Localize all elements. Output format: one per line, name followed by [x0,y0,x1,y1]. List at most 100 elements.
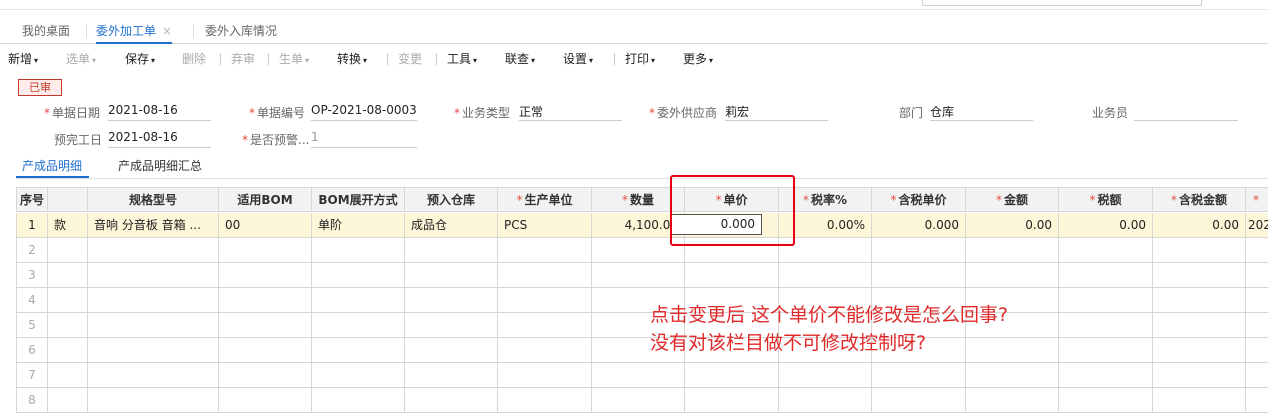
table-cell[interactable] [219,388,312,413]
table-cell[interactable] [1246,338,1268,363]
table-cell[interactable] [88,338,219,363]
table-cell[interactable] [405,313,498,338]
table-cell[interactable] [48,238,88,263]
table-cell[interactable] [685,388,779,413]
table-cell[interactable] [312,263,405,288]
table-cell[interactable] [405,238,498,263]
table-cell[interactable] [685,263,779,288]
finish-date-field[interactable]: 2021-08-16 [108,130,211,148]
table-cell[interactable] [48,263,88,288]
query-button[interactable]: 联查 ▾ [505,50,535,67]
table-cell[interactable] [88,363,219,388]
print-button[interactable]: 打印 ▾ [625,50,655,67]
table-cell[interactable] [498,338,592,363]
table-cell[interactable] [1246,313,1268,338]
table-cell[interactable] [88,388,219,413]
cell-unit[interactable]: PCS [498,213,592,238]
table-cell[interactable] [1059,338,1153,363]
table-cell[interactable] [498,263,592,288]
table-cell[interactable] [498,313,592,338]
table-cell[interactable] [1059,313,1153,338]
table-cell[interactable] [1153,238,1246,263]
table-cell[interactable] [966,388,1059,413]
table-cell[interactable] [498,288,592,313]
table-cell[interactable] [219,313,312,338]
table-cell[interactable] [219,263,312,288]
col-header-tax-price[interactable]: * 含税单价 [872,187,966,212]
table-cell[interactable] [48,388,88,413]
tab-outsource-order[interactable]: 委外加工单 × [96,18,173,44]
cell-name[interactable]: 款 [48,213,88,238]
table-cell[interactable] [48,338,88,363]
table-cell[interactable] [405,388,498,413]
cell-tax-price[interactable]: 0.000 [872,213,966,238]
more-button[interactable]: 更多 ▾ [683,50,713,67]
table-cell[interactable] [1246,388,1268,413]
table-cell[interactable] [312,388,405,413]
col-header-tax-amount[interactable]: * 含税金额 [1153,187,1246,212]
cell-spec[interactable]: 音响 分音板 音箱 ... [88,213,219,238]
table-cell[interactable] [1153,338,1246,363]
tools-button[interactable]: 工具 ▾ [447,50,477,67]
table-cell[interactable] [1059,238,1153,263]
table-cell[interactable] [88,238,219,263]
table-cell[interactable] [1059,263,1153,288]
col-header-expand[interactable]: BOM展开方式 [312,187,405,212]
col-header-name[interactable] [48,187,88,212]
table-cell[interactable] [966,238,1059,263]
table-cell[interactable] [312,288,405,313]
table-cell[interactable] [312,338,405,363]
table-cell[interactable] [872,263,966,288]
table-cell[interactable] [1153,263,1246,288]
change-button[interactable]: 变更 [398,50,422,67]
table-cell[interactable] [219,338,312,363]
table-cell[interactable] [48,363,88,388]
table-cell[interactable] [88,263,219,288]
col-header-spec[interactable]: 规格型号 [88,187,219,212]
table-cell[interactable] [872,363,966,388]
table-cell[interactable] [312,313,405,338]
col-header-tax[interactable]: * 税额 [1059,187,1153,212]
new-button[interactable]: 新增 ▾ [8,50,38,67]
table-cell[interactable] [405,288,498,313]
table-cell[interactable] [779,363,872,388]
prewarn-field[interactable]: 1 [311,130,417,148]
generate-button[interactable]: 生单 ▾ [279,50,309,67]
convert-button[interactable]: 转换 ▾ [337,50,367,67]
table-cell[interactable] [779,388,872,413]
supplier-field[interactable]: 莉宏 [725,103,828,121]
table-cell[interactable] [1246,238,1268,263]
table-cell[interactable] [405,338,498,363]
table-cell[interactable] [88,288,219,313]
biztype-field[interactable]: 正常 [519,103,622,121]
cell-tax[interactable]: 0.00 [1059,213,1153,238]
table-cell[interactable] [498,363,592,388]
table-cell[interactable] [1246,288,1268,313]
tab-product-summary[interactable]: 产成品明细汇总 [118,157,202,174]
table-cell[interactable] [1153,363,1246,388]
table-cell[interactable] [498,388,592,413]
table-cell[interactable] [405,363,498,388]
col-header-bom[interactable]: 适用BOM [219,187,312,212]
save-button[interactable]: 保存 ▾ [125,50,155,67]
cell-expand[interactable]: 单阶 [312,213,405,238]
table-cell[interactable] [1246,363,1268,388]
cell-bom[interactable]: 00 [219,213,312,238]
table-cell[interactable] [1153,288,1246,313]
table-cell[interactable] [1059,388,1153,413]
table-cell[interactable] [966,263,1059,288]
cell-extra[interactable]: 202 [1246,213,1268,238]
cell-tax-amount[interactable]: 0.00 [1153,213,1246,238]
select-button[interactable]: 选单 ▾ [66,50,96,67]
tab-outsource-inbound[interactable]: 委外入库情况 [205,18,277,44]
delete-button[interactable]: 删除 [182,50,206,67]
table-cell[interactable] [219,363,312,388]
col-header-warehouse[interactable]: 预入仓库 [405,187,498,212]
cell-warehouse[interactable]: 成品仓 [405,213,498,238]
code-field[interactable]: OP-2021-08-0003 [311,103,417,121]
table-cell[interactable] [1246,263,1268,288]
date-field[interactable]: 2021-08-16 [108,103,211,121]
table-cell[interactable] [1153,388,1246,413]
table-cell[interactable] [312,238,405,263]
table-cell[interactable] [88,313,219,338]
